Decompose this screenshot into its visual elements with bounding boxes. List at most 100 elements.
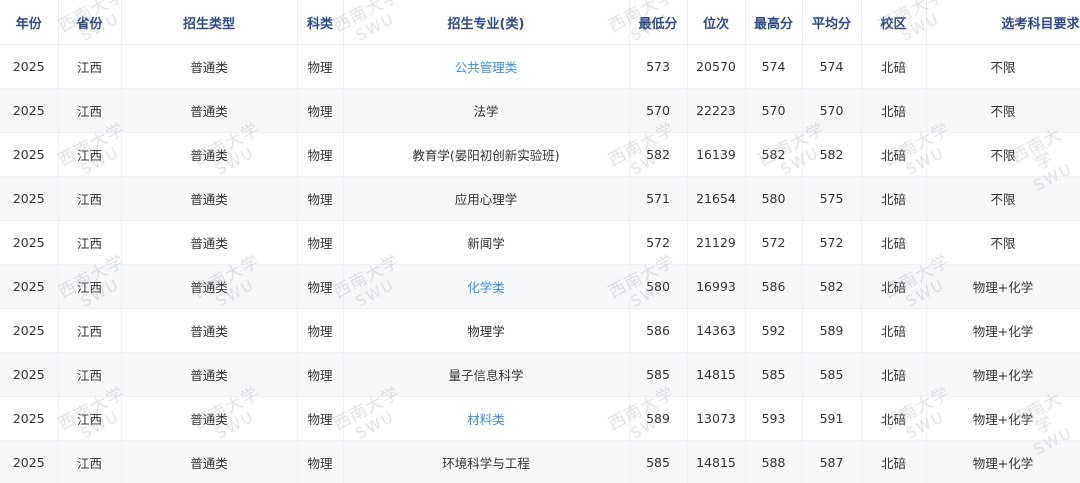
cell-major: 化学类: [343, 264, 630, 309]
cell-avg-score: 572: [802, 220, 862, 265]
cell-type: 普通类: [121, 440, 298, 483]
cell-avg-score: 589: [802, 308, 862, 353]
admission-score-table-view: 年份 省份 招生类型 科类 招生专业(类) 最低分 位次 最高分 平均分 校区 …: [0, 0, 1080, 483]
cell-requirement: 物理+化学: [926, 440, 1080, 483]
cell-max-score: 572: [745, 220, 803, 265]
cell-rank: 13073: [687, 396, 746, 441]
table-row: 2025 江西 普通类 物理 教育学(晏阳初创新实验班) 582 16139 5…: [0, 132, 1080, 177]
cell-campus: 北碚: [861, 396, 927, 441]
cell-major: 材料类: [343, 396, 630, 441]
cell-avg-score: 582: [802, 264, 862, 309]
cell-max-score: 582: [745, 132, 803, 177]
cell-major: 物理学: [343, 308, 630, 353]
cell-subject: 物理: [297, 396, 344, 441]
cell-campus: 北碚: [861, 132, 927, 177]
cell-year: 2025: [0, 220, 59, 265]
cell-province: 江西: [58, 220, 122, 265]
cell-max-score: 588: [745, 440, 803, 483]
cell-major: 应用心理学: [343, 176, 630, 221]
cell-max-score: 586: [745, 264, 803, 309]
cell-major: 公共管理类: [343, 44, 630, 89]
cell-max-score: 574: [745, 44, 803, 89]
cell-rank: 22223: [687, 88, 746, 133]
cell-rank: 21129: [687, 220, 746, 265]
cell-subject: 物理: [297, 440, 344, 483]
table-row: 2025 江西 普通类 物理 应用心理学 571 21654 580 575 北…: [0, 176, 1080, 221]
cell-min-score: 589: [629, 396, 688, 441]
cell-max-score: 570: [745, 88, 803, 133]
cell-year: 2025: [0, 88, 59, 133]
cell-min-score: 571: [629, 176, 688, 221]
cell-max-score: 593: [745, 396, 803, 441]
cell-major: 法学: [343, 88, 630, 133]
cell-max-score: 580: [745, 176, 803, 221]
header-subject-category: 科类: [297, 0, 344, 45]
cell-type: 普通类: [121, 264, 298, 309]
cell-min-score: 573: [629, 44, 688, 89]
cell-type: 普通类: [121, 44, 298, 89]
cell-requirement: 不限: [926, 176, 1080, 221]
cell-avg-score: 591: [802, 396, 862, 441]
cell-avg-score: 575: [802, 176, 862, 221]
table-row: 2025 江西 普通类 物理 法学 570 22223 570 570 北碚 不…: [0, 88, 1080, 133]
cell-avg-score: 587: [802, 440, 862, 483]
cell-province: 江西: [58, 440, 122, 483]
table-row: 2025 江西 普通类 物理 环境科学与工程 585 14815 588 587…: [0, 440, 1080, 483]
header-max-score: 最高分: [745, 0, 803, 45]
cell-campus: 北碚: [861, 220, 927, 265]
header-admission-type: 招生类型: [121, 0, 298, 45]
cell-campus: 北碚: [861, 440, 927, 483]
cell-min-score: 586: [629, 308, 688, 353]
cell-year: 2025: [0, 132, 59, 177]
major-link[interactable]: 公共管理类: [455, 60, 518, 75]
admission-score-table: 年份 省份 招生类型 科类 招生专业(类) 最低分 位次 最高分 平均分 校区 …: [0, 0, 1080, 483]
cell-requirement: 物理+化学: [926, 352, 1080, 397]
cell-province: 江西: [58, 352, 122, 397]
table-row: 2025 江西 普通类 物理 量子信息科学 585 14815 585 585 …: [0, 352, 1080, 397]
cell-rank: 14815: [687, 440, 746, 483]
header-rank: 位次: [687, 0, 746, 45]
cell-requirement: 不限: [926, 220, 1080, 265]
cell-requirement: 物理+化学: [926, 396, 1080, 441]
cell-year: 2025: [0, 396, 59, 441]
header-subject-requirement: 选考科目要求: [926, 0, 1080, 45]
cell-requirement: 物理+化学: [926, 308, 1080, 353]
cell-type: 普通类: [121, 308, 298, 353]
table-row: 2025 江西 普通类 物理 化学类 580 16993 586 582 北碚 …: [0, 264, 1080, 309]
cell-subject: 物理: [297, 308, 344, 353]
major-link[interactable]: 化学类: [467, 280, 505, 295]
cell-major: 量子信息科学: [343, 352, 630, 397]
cell-province: 江西: [58, 396, 122, 441]
table-row: 2025 江西 普通类 物理 物理学 586 14363 592 589 北碚 …: [0, 308, 1080, 353]
cell-province: 江西: [58, 176, 122, 221]
cell-subject: 物理: [297, 44, 344, 89]
cell-avg-score: 574: [802, 44, 862, 89]
cell-major: 环境科学与工程: [343, 440, 630, 483]
header-year: 年份: [0, 0, 59, 45]
cell-province: 江西: [58, 44, 122, 89]
table-row: 2025 江西 普通类 物理 新闻学 572 21129 572 572 北碚 …: [0, 220, 1080, 265]
cell-rank: 16993: [687, 264, 746, 309]
header-avg-score: 平均分: [802, 0, 862, 45]
cell-campus: 北碚: [861, 352, 927, 397]
cell-campus: 北碚: [861, 88, 927, 133]
cell-min-score: 570: [629, 88, 688, 133]
cell-requirement: 不限: [926, 132, 1080, 177]
cell-min-score: 580: [629, 264, 688, 309]
cell-type: 普通类: [121, 132, 298, 177]
cell-subject: 物理: [297, 88, 344, 133]
cell-type: 普通类: [121, 396, 298, 441]
table-row: 2025 江西 普通类 物理 公共管理类 573 20570 574 574 北…: [0, 44, 1080, 89]
cell-year: 2025: [0, 176, 59, 221]
cell-type: 普通类: [121, 176, 298, 221]
cell-max-score: 585: [745, 352, 803, 397]
cell-campus: 北碚: [861, 44, 927, 89]
major-link[interactable]: 材料类: [467, 412, 505, 427]
header-major: 招生专业(类): [343, 0, 630, 45]
cell-type: 普通类: [121, 220, 298, 265]
cell-province: 江西: [58, 132, 122, 177]
cell-min-score: 572: [629, 220, 688, 265]
cell-subject: 物理: [297, 176, 344, 221]
cell-year: 2025: [0, 308, 59, 353]
cell-avg-score: 570: [802, 88, 862, 133]
